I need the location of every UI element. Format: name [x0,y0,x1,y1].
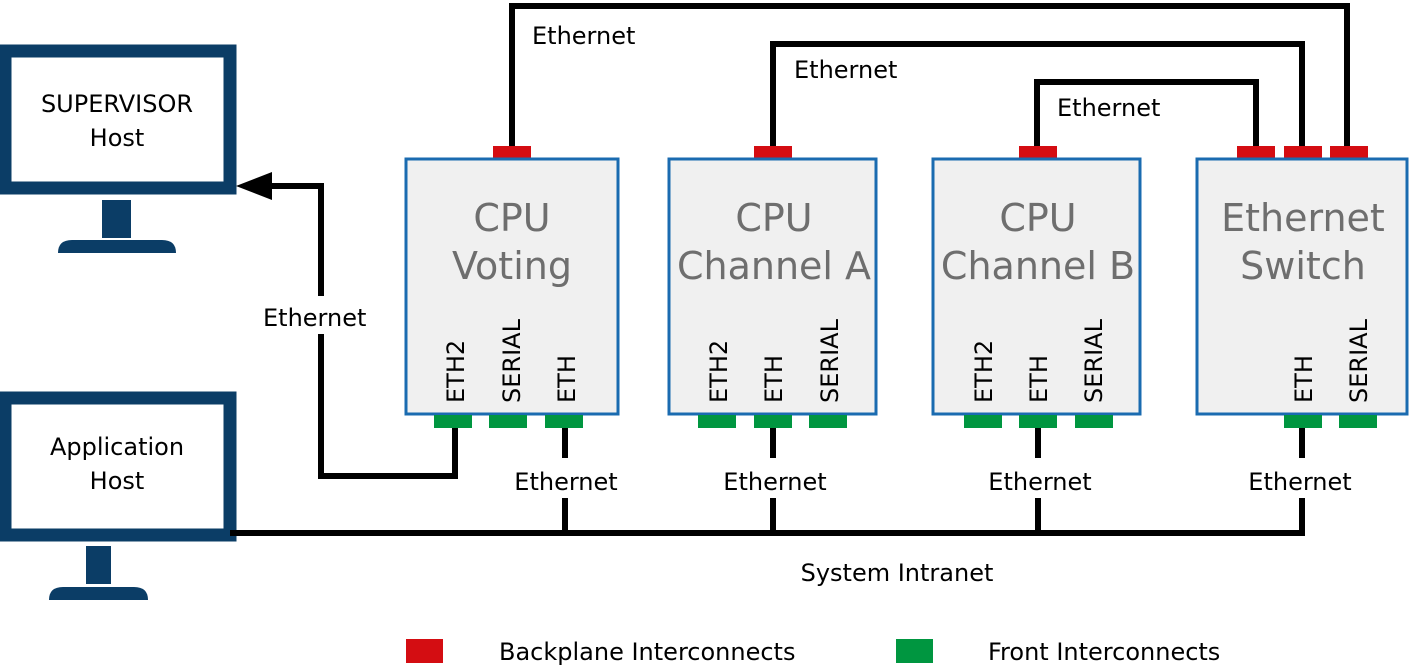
module-ethernet-switch: Ethernet Switch ETH SERIAL [1195,146,1409,428]
application-host-line2: Host [90,467,145,495]
port-label: ETH [1025,355,1053,403]
module-title-line1: CPU [473,196,550,240]
front-port [1075,415,1113,428]
monitor-base [58,240,176,253]
backplane-port [1019,146,1057,159]
backplane-port [1284,146,1322,159]
front-port [545,415,583,428]
legend-swatch-front [896,639,933,663]
label-supervisor-link: Ethernet [263,304,366,332]
port-label: SERIAL [1345,318,1373,403]
architecture-diagram: Ethernet Ethernet Ethernet SUPERVISOR Ho… [0,3,1409,666]
module-cpu-channel-b: CPU Channel B ETH2 ETH SERIAL [931,146,1142,428]
backplane-port [754,146,792,159]
monitor-icon [0,44,237,195]
supervisor-host: SUPERVISOR Host [0,44,237,253]
port-label: ETH2 [970,340,998,403]
supervisor-host-line1: SUPERVISOR [41,90,193,118]
module-title-line1: Ethernet [1221,196,1385,240]
label-system-intranet: System Intranet [801,559,994,587]
port-label: ETH [1290,355,1318,403]
backplane-port [1330,146,1368,159]
backplane-port [1237,146,1275,159]
front-port [964,415,1002,428]
backplane-port [493,146,531,159]
module-cpu-channel-a: CPU Channel A ETH2 ETH SERIAL [667,146,878,428]
module-title-line2: Voting [452,244,572,288]
port-label: SERIAL [498,318,526,403]
monitor-base [49,587,148,600]
monitor-stand [102,200,131,238]
label-voting-bus: Ethernet [514,468,617,496]
module-title-line2: Channel A [677,244,871,288]
label-top-outer: Ethernet [532,22,635,50]
front-port [754,415,792,428]
legend-label-front: Front Interconnects [988,638,1220,666]
front-port [489,415,527,428]
front-port [698,415,736,428]
front-port [1284,415,1322,428]
port-label: ETH [760,355,788,403]
system-intranet-bus [230,498,1305,536]
arrowhead-icon [236,172,272,200]
label-switch-bus: Ethernet [1248,468,1351,496]
label-channel-b-bus: Ethernet [988,468,1091,496]
label-top-inner: Ethernet [1057,94,1160,122]
port-label: ETH2 [705,340,733,403]
wire-voting-switch [509,3,1350,150]
front-port [1339,415,1377,428]
application-host: Application Host [0,391,237,600]
label-channel-a-bus: Ethernet [723,468,826,496]
application-host-line1: Application [50,433,184,461]
front-port [809,415,847,428]
monitor-stand [86,546,111,584]
port-label: SERIAL [816,318,844,403]
front-port [1019,415,1057,428]
port-label: SERIAL [1080,318,1108,403]
module-title-line2: Channel B [941,244,1135,288]
front-port [434,415,472,428]
label-top-middle: Ethernet [794,56,897,84]
port-label: ETH [553,355,581,403]
legend-label-backplane: Backplane Interconnects [499,638,795,666]
supervisor-host-line2: Host [90,124,145,152]
module-title-line1: CPU [735,196,812,240]
port-label: ETH2 [442,340,470,403]
module-title-line2: Switch [1240,244,1366,288]
module-title-line1: CPU [999,196,1076,240]
legend-swatch-backplane [406,639,443,663]
wire-supervisor-upper [268,183,324,296]
legend: Backplane Interconnects Front Interconne… [406,638,1220,666]
module-cpu-voting: CPU Voting ETH2 SERIAL ETH [404,146,620,428]
